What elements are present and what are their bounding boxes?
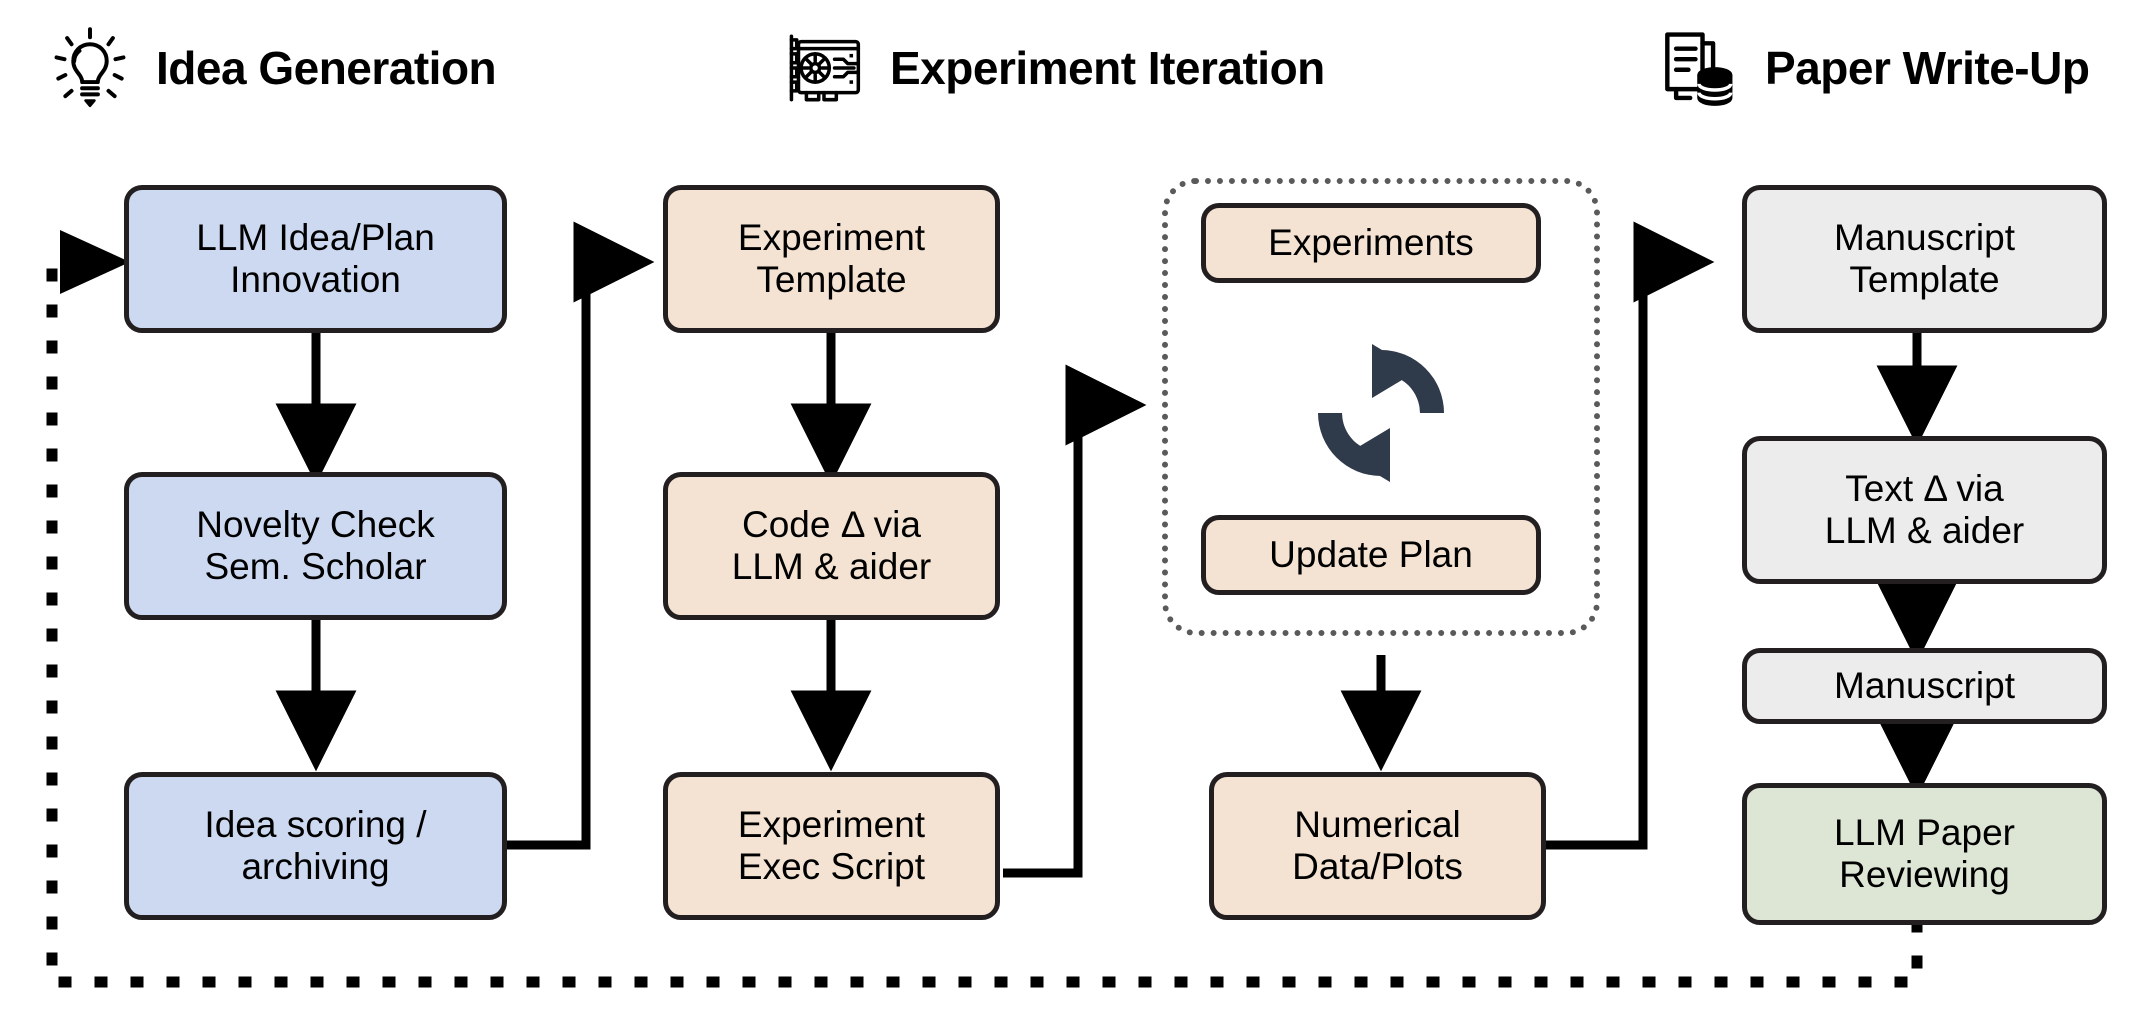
node-manuscript-template[interactable]: Manuscript Template	[1742, 185, 2107, 333]
node-experiment-exec-script[interactable]: Experiment Exec Script	[663, 772, 1000, 920]
node-label-line1: Text Δ via	[1845, 468, 2004, 510]
node-label-line1: Code Δ via	[742, 504, 921, 546]
node-label-line1: Novelty Check	[196, 504, 435, 546]
node-novelty-check[interactable]: Novelty Check Sem. Scholar	[124, 472, 507, 620]
node-llm-paper-reviewing[interactable]: LLM Paper Reviewing	[1742, 783, 2107, 925]
node-llm-idea-plan[interactable]: LLM Idea/Plan Innovation	[124, 185, 507, 333]
arrowhead-feedback-into-idea	[60, 230, 130, 294]
node-numerical-data-plots[interactable]: Numerical Data/Plots	[1209, 772, 1546, 920]
node-label-line2: archiving	[241, 846, 390, 887]
node-label-line1: Experiment	[737, 804, 926, 846]
node-label-line1: LLM Paper	[1834, 812, 2015, 854]
node-text-delta-via-llm-aider[interactable]: Text Δ via LLM & aider	[1742, 436, 2107, 584]
node-label-line2: Template	[1849, 259, 2000, 300]
node-code-delta-via-llm-aider[interactable]: Code Δ via LLM & aider	[663, 472, 1000, 620]
node-label-line2: Reviewing	[1839, 854, 2010, 895]
elbow-exec-to-loop	[1003, 405, 1083, 878]
node-label-line2: LLM & aider	[731, 546, 932, 587]
node-manuscript[interactable]: Manuscript	[1742, 648, 2107, 724]
diagram-canvas: Idea Generation Experiment Iteration Pap…	[0, 0, 2150, 1020]
elbow-scoring-to-template	[507, 262, 591, 850]
node-experiments[interactable]: Experiments	[1201, 203, 1541, 283]
node-label-line1: Manuscript	[1834, 665, 2015, 707]
node-label-line1: Numerical	[1294, 804, 1461, 846]
node-label-line2: Data/Plots	[1292, 846, 1463, 887]
node-label-line1: Idea scoring /	[204, 804, 427, 846]
node-label-line1: LLM Idea/Plan	[196, 217, 435, 259]
node-label-line2: Sem. Scholar	[204, 546, 427, 587]
node-experiment-template[interactable]: Experiment Template	[663, 185, 1000, 333]
node-label-line2: Exec Script	[737, 846, 926, 887]
node-label-line1: Experiments	[1268, 222, 1474, 264]
node-label-line1: Manuscript	[1834, 217, 2015, 259]
node-update-plan[interactable]: Update Plan	[1201, 515, 1541, 595]
node-label-line1: Update Plan	[1269, 534, 1473, 576]
node-label-line2: LLM & aider	[1824, 510, 2025, 551]
refresh-cycle-icon	[1318, 344, 1444, 482]
node-label-line2: Template	[756, 259, 907, 300]
node-label-line2: Innovation	[230, 259, 401, 300]
node-label-line1: Experiment	[737, 217, 926, 259]
node-idea-scoring-archiving[interactable]: Idea scoring / archiving	[124, 772, 507, 920]
